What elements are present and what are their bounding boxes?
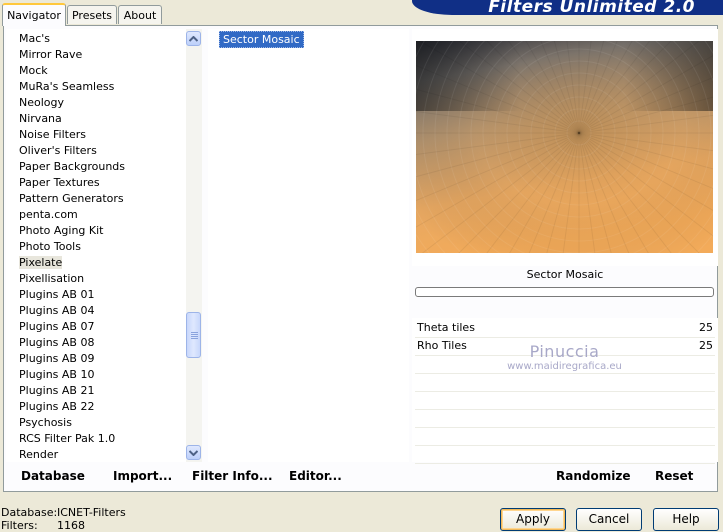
param-row [415, 427, 715, 446]
category-item-label: Plugins AB 09 [19, 352, 95, 365]
tab-presets[interactable]: Presets [67, 5, 117, 24]
status-database-value: ICNET-Filters [57, 506, 126, 519]
category-item-label: Mac's [19, 32, 51, 45]
status-filters-label: Filters: [1, 519, 38, 532]
category-item-label: Plugins AB 04 [19, 304, 95, 317]
category-item-label: Plugins AB 01 [19, 288, 95, 301]
preview-image [416, 41, 713, 253]
category-item-label: Nirvana [19, 112, 62, 125]
category-item-label: Neology [19, 96, 65, 109]
category-item-label: Plugins AB 08 [19, 336, 95, 349]
category-item-label: Mock [19, 64, 48, 77]
param-row[interactable]: Theta tiles 25 [415, 319, 715, 338]
import-button[interactable]: Import... [113, 466, 172, 486]
category-item[interactable]: Plugins AB 04 [6, 303, 186, 319]
category-item[interactable]: Pattern Generators [6, 191, 186, 207]
category-item[interactable]: Mac's [6, 31, 186, 47]
category-item[interactable]: Photo Tools [6, 239, 186, 255]
category-item[interactable]: Plugins AB 08 [6, 335, 186, 351]
watermark-site: www.maidiregrafica.eu [507, 361, 622, 372]
category-item-label: Plugins AB 10 [19, 368, 95, 381]
filter-list[interactable]: Sector Mosaic [208, 29, 409, 462]
category-item[interactable]: Plugins AB 21 [6, 383, 186, 399]
apply-button[interactable]: Apply [500, 508, 566, 531]
category-scrollbar[interactable] [186, 29, 202, 462]
category-item[interactable]: Paper Textures [6, 175, 186, 191]
filter-item[interactable]: Sector Mosaic [219, 31, 304, 48]
category-item[interactable]: Pixelate [6, 255, 186, 271]
category-item[interactable]: Paper Backgrounds [6, 159, 186, 175]
category-list[interactable]: Mac's Mirror Rave Mock MuRa's Seamless Neolo… [6, 29, 186, 462]
scroll-down-button[interactable] [186, 445, 201, 460]
category-item-label: Plugins AB 22 [19, 400, 95, 413]
category-item-label: Pixelate [19, 256, 63, 269]
category-item-label: Paper Backgrounds [19, 160, 126, 173]
scroll-thumb[interactable] [186, 312, 201, 358]
category-item[interactable]: Pixellisation [6, 271, 186, 287]
category-item-label: MuRa's Seamless [19, 80, 115, 93]
category-item-label: Psychosis [19, 416, 72, 429]
watermark: Pinuccia www.maidiregrafica.eu [415, 342, 714, 373]
category-item[interactable]: Neology [6, 95, 186, 111]
category-item-label: RCS Filter Pak 1.0 [19, 432, 116, 445]
param-value: 25 [699, 321, 713, 334]
param-row [415, 445, 715, 464]
app-banner: Filters Unlimited 2.0 [412, 0, 723, 15]
category-item[interactable]: MuRa's Seamless [6, 79, 186, 95]
param-row [415, 391, 715, 410]
chevron-down-icon [189, 449, 198, 456]
category-item[interactable]: Mirror Rave [6, 47, 186, 63]
category-item-label: Pixellisation [19, 272, 85, 285]
category-item-label: penta.com [19, 208, 78, 221]
category-item-label: Mirror Rave [19, 48, 83, 61]
category-item[interactable]: Psychosis [6, 415, 186, 431]
category-item[interactable]: Noise Filters [6, 127, 186, 143]
category-item-label: Pattern Generators [19, 192, 124, 205]
tab-about[interactable]: About [118, 5, 162, 24]
param-label: Theta tiles [417, 321, 475, 334]
app-title: Filters Unlimited 2.0 [488, 0, 695, 15]
status-filters-value: 1168 [57, 519, 85, 532]
database-button[interactable]: Database [21, 466, 85, 486]
param-row [415, 373, 715, 392]
editor-button[interactable]: Editor... [289, 466, 342, 486]
filter-info-button[interactable]: Filter Info... [192, 466, 273, 486]
category-item-label: Oliver's Filters [19, 144, 97, 157]
filter-item-label: Sector Mosaic [223, 33, 300, 46]
category-item[interactable]: Render [6, 447, 186, 462]
category-item[interactable]: Photo Aging Kit [6, 223, 186, 239]
reset-button[interactable]: Reset [655, 466, 693, 486]
category-item-label: Render [19, 448, 59, 461]
progress-bar [415, 287, 714, 297]
cancel-button[interactable]: Cancel [576, 508, 642, 531]
category-item[interactable]: Plugins AB 01 [6, 287, 186, 303]
category-item-label: Photo Aging Kit [19, 224, 104, 237]
category-item[interactable]: Mock [6, 63, 186, 79]
randomize-button[interactable]: Randomize [556, 466, 630, 486]
watermark-name: Pinuccia [529, 342, 600, 361]
category-item[interactable]: Plugins AB 22 [6, 399, 186, 415]
category-item[interactable]: RCS Filter Pak 1.0 [6, 431, 186, 447]
tab-navigator[interactable]: Navigator [2, 3, 66, 26]
status-database-label: Database: [1, 506, 58, 519]
category-item-label: Plugins AB 07 [19, 320, 95, 333]
category-item[interactable]: Oliver's Filters [6, 143, 186, 159]
category-item[interactable]: penta.com [6, 207, 186, 223]
category-item-label: Paper Textures [19, 176, 100, 189]
help-button[interactable]: Help [653, 508, 719, 531]
category-item-label: Noise Filters [19, 128, 86, 141]
preview-filter-name: Sector Mosaic [526, 268, 604, 281]
chevron-up-icon [189, 35, 198, 42]
category-item[interactable]: Nirvana [6, 111, 186, 127]
category-item[interactable]: Plugins AB 07 [6, 319, 186, 335]
sector-mosaic-preview [416, 41, 713, 253]
category-item-label: Photo Tools [19, 240, 81, 253]
category-item-label: Plugins AB 21 [19, 384, 95, 397]
param-row [415, 409, 715, 428]
category-item[interactable]: Plugins AB 10 [6, 367, 186, 383]
category-item[interactable]: Plugins AB 09 [6, 351, 186, 367]
scroll-up-button[interactable] [186, 31, 201, 46]
